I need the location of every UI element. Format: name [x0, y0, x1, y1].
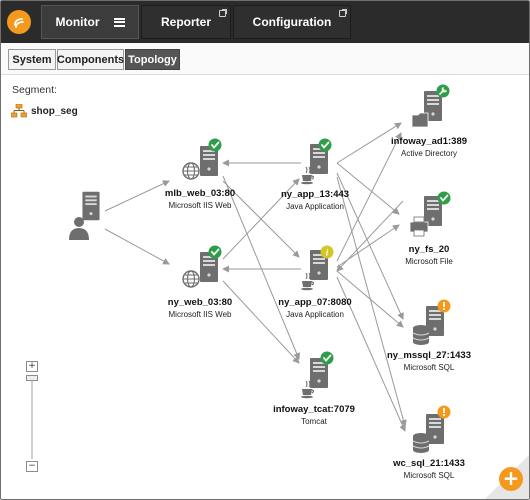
- node-label-ny-app-13: ny_app_13:443 Java Application: [281, 189, 349, 212]
- nav-tab-configuration-label: Configuration: [252, 15, 332, 29]
- node-label-mlb-web-03: mlb_web_03:80 Microsoft IIS Web: [165, 188, 235, 211]
- node-label-infoway-tcat: infoway_tcat:7079 Tomcat: [273, 404, 355, 427]
- zoom-out-button[interactable]: −: [26, 461, 38, 472]
- top-navigation-bar: Monitor Reporter Configuration: [1, 1, 529, 43]
- node-type: Microsoft SQL: [403, 363, 455, 372]
- tab-components[interactable]: Components: [57, 49, 124, 70]
- node-ny-fs-20[interactable]: [409, 190, 452, 237]
- user-server-icon: [69, 191, 100, 240]
- node-name: ny_app_13:443: [280, 189, 350, 200]
- zoom-slider-handle[interactable]: [26, 375, 38, 381]
- tab-system[interactable]: System: [8, 49, 56, 70]
- nav-tab-configuration[interactable]: Configuration: [233, 5, 351, 39]
- node-infoway-ad1[interactable]: [411, 83, 451, 128]
- node-label-ny-fs-20: ny_fs_20 Microsoft File: [405, 244, 453, 267]
- connection-lines: [104, 122, 407, 432]
- node-name: mlb_web_03:80: [164, 188, 236, 199]
- node-type: Active Directory: [400, 149, 458, 158]
- node-wc-sql-21[interactable]: [412, 405, 451, 454]
- database-icon: [412, 432, 430, 454]
- status-ok-icon: [207, 244, 223, 260]
- external-link-icon: [339, 9, 347, 17]
- nav-tab-reporter-label: Reporter: [160, 15, 211, 29]
- node-label-infoway-ad1: infoway_ad1:389 Active Directory: [391, 136, 467, 159]
- iis-web-server-icon: [182, 162, 200, 180]
- status-info-icon: [320, 245, 334, 259]
- status-warning-icon: [437, 299, 451, 313]
- status-ok-icon: [319, 350, 335, 366]
- node-ny-app-07[interactable]: [300, 245, 334, 291]
- status-ok-icon: [317, 137, 333, 153]
- app-logo-icon[interactable]: [1, 1, 37, 43]
- app-window: Monitor Reporter Configuration System Co…: [0, 0, 530, 500]
- node-name: wc_sql_21:1433: [393, 458, 465, 469]
- status-ok-icon: [436, 190, 452, 206]
- nav-tab-monitor-label: Monitor: [55, 15, 100, 29]
- zoom-control: + −: [26, 361, 38, 473]
- node-name: infoway_ad1:389: [390, 136, 468, 147]
- node-mlb-web-03[interactable]: [182, 137, 223, 180]
- node-client[interactable]: [69, 191, 100, 240]
- node-name: ny_app_07:8080: [278, 297, 352, 308]
- iis-web-server-icon: [182, 270, 200, 288]
- external-link-icon: [219, 9, 227, 17]
- node-infoway-tcat[interactable]: [300, 350, 335, 399]
- node-name: ny_web_03:80: [167, 297, 233, 308]
- node-label-wc-sql-21: wc_sql_21:1433 Microsoft SQL: [393, 458, 465, 481]
- node-type: Java Application: [286, 310, 344, 319]
- node-label-ny-mssql-27: ny_mssql_27:1433 Microsoft SQL: [387, 350, 471, 373]
- node-label-ny-app-07: ny_app_07:8080 Java Application: [278, 297, 351, 320]
- node-type: Java Application: [286, 202, 344, 211]
- node-name: ny_fs_20: [408, 244, 450, 255]
- node-ny-web-03[interactable]: [182, 244, 223, 288]
- maintenance-icon: [435, 83, 451, 99]
- node-label-ny-web-03: ny_web_03:80 Microsoft IIS Web: [168, 297, 232, 320]
- status-ok-icon: [207, 137, 223, 153]
- sub-tab-bar: System Components Topology: [1, 43, 529, 75]
- status-warning-icon: [437, 405, 451, 419]
- add-button[interactable]: +: [499, 467, 523, 491]
- zoom-slider-track[interactable]: [31, 375, 33, 459]
- nav-tab-reporter[interactable]: Reporter: [141, 5, 231, 39]
- node-type: Microsoft SQL: [403, 471, 455, 480]
- node-type: Microsoft IIS Web: [168, 201, 232, 210]
- database-icon: [412, 324, 430, 346]
- node-ny-mssql-27[interactable]: [412, 299, 451, 346]
- node-name: ny_mssql_27:1433: [387, 350, 471, 361]
- hamburger-menu-icon[interactable]: [113, 17, 125, 27]
- node-name: infoway_tcat:7079: [273, 404, 355, 415]
- folder-icon: [411, 112, 429, 128]
- nav-tab-monitor[interactable]: Monitor: [41, 5, 139, 39]
- node-ny-app-13[interactable]: [300, 137, 333, 185]
- node-type: Microsoft File: [405, 257, 453, 266]
- node-type: Microsoft IIS Web: [168, 310, 232, 319]
- node-type: Tomcat: [301, 417, 327, 426]
- zoom-in-button[interactable]: +: [26, 361, 38, 372]
- tab-topology[interactable]: Topology: [125, 49, 180, 70]
